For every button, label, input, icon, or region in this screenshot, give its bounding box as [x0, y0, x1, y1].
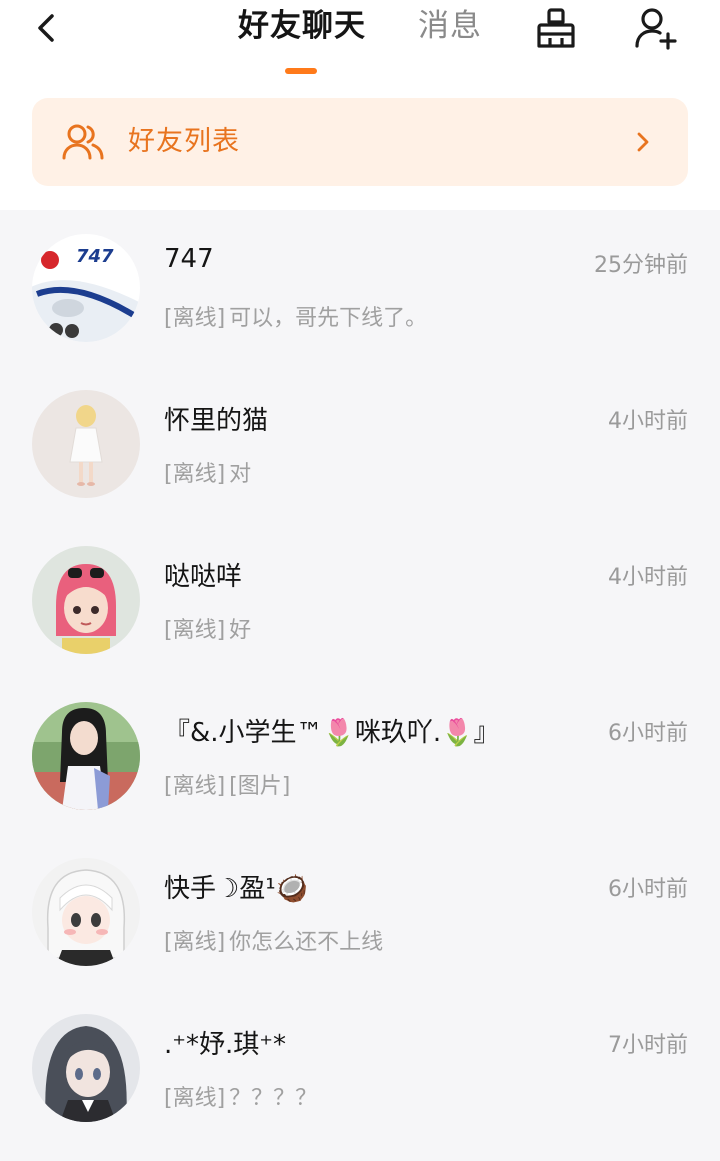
add-friend-button[interactable]: [632, 4, 680, 52]
chat-row[interactable]: .⁺*妤.琪⁺* 7小时前 [离线]？？？？: [0, 990, 720, 1146]
back-button[interactable]: [28, 8, 68, 48]
chevron-right-icon: [637, 132, 649, 152]
online-status: [离线]: [164, 462, 226, 487]
chat-time: 4小时前: [608, 565, 688, 590]
online-status: [离线]: [164, 306, 226, 331]
tab-friend-chat[interactable]: 好友聊天: [238, 2, 366, 50]
online-status: [离线]: [164, 618, 226, 643]
last-message: 对: [229, 462, 252, 487]
back-arrow-icon: [38, 14, 54, 42]
pink-hair-girl-avatar: [32, 546, 140, 654]
chat-preview: [离线]？？？？: [164, 1080, 317, 1112]
chat-time: 7小时前: [608, 1033, 688, 1058]
chat-time: 6小时前: [608, 877, 688, 902]
chat-row[interactable]: 哒哒咩 4小时前 [离线] 好: [0, 522, 720, 678]
svg-text:747: 747: [76, 246, 114, 267]
active-tab-indicator: [285, 68, 317, 74]
chat-preview: [离线] 你怎么还不上线: [164, 924, 383, 956]
dark-hair-anime-avatar: [32, 1014, 140, 1122]
chat-name: 快手☽盈¹🥥: [164, 874, 309, 904]
chat-row[interactable]: 『&.小学生™🌷咪玖吖.🌷』 6小时前 [离线] [图片]: [0, 678, 720, 834]
tab-messages[interactable]: 消息: [418, 2, 482, 50]
chat-row[interactable]: 747 747 25分钟前 [离线] 可以，哥先下线了。: [0, 210, 720, 366]
chat-name: 怀里的猫: [164, 406, 269, 436]
friends-group-icon: [62, 124, 104, 160]
chat-name: .⁺*妤.琪⁺*: [164, 1030, 286, 1060]
airplane-avatar: 747: [32, 234, 140, 342]
chat-list: 747 747 25分钟前 [离线] 可以，哥先下线了。 怀里的猫 4小时前 [离…: [0, 210, 720, 1161]
chat-name: 747: [164, 244, 214, 274]
top-bar: 好友聊天 消息 好友列表: [0, 0, 720, 210]
chat-time: 4小时前: [608, 409, 688, 434]
chat-preview: [离线] 可以，哥先下线了。: [164, 300, 427, 332]
chat-row[interactable]: 快手☽盈¹🥥 6小时前 [离线] 你怎么还不上线: [0, 834, 720, 990]
figure-white-dress-avatar: [32, 390, 140, 498]
chat-row[interactable]: 怀里的猫 4小时前 [离线] 对: [0, 366, 720, 522]
add-friend-icon: [635, 8, 677, 50]
friends-list-banner[interactable]: 好友列表: [32, 98, 688, 186]
last-message: 你怎么还不上线: [229, 930, 384, 955]
chat-time: 25分钟前: [594, 253, 688, 278]
white-hair-anime-avatar: [32, 858, 140, 966]
broom-clean-icon: [537, 8, 575, 48]
friends-list-label: 好友列表: [128, 126, 240, 157]
online-status: [离线]: [164, 1086, 226, 1111]
chat-name: 『&.小学生™🌷咪玖吖.🌷』: [164, 718, 500, 748]
chat-preview: [离线] 对: [164, 456, 251, 488]
last-message: 好: [229, 618, 252, 643]
girl-photo-avatar: [32, 702, 140, 810]
chat-preview: [离线] 好: [164, 612, 251, 644]
online-status: [离线]: [164, 930, 226, 955]
online-status: [离线]: [164, 774, 226, 799]
chat-time: 6小时前: [608, 721, 688, 746]
chat-name: 哒哒咩: [164, 562, 243, 592]
clean-button[interactable]: [532, 4, 580, 52]
last-message: [图片]: [229, 774, 291, 799]
last-message: 可以，哥先下线了。: [229, 306, 428, 331]
last-message: ？？？？: [229, 1086, 318, 1111]
chat-preview: [离线] [图片]: [164, 768, 290, 800]
